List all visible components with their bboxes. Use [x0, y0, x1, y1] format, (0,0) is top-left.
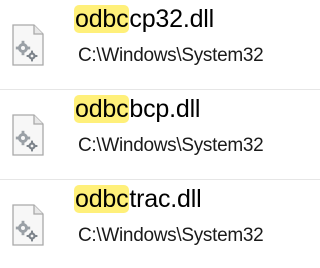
- search-result-item[interactable]: odbcbcp.dll C:\Windows\System32: [0, 90, 320, 178]
- file-path: C:\Windows\System32: [78, 225, 264, 246]
- dll-file-icon: [4, 111, 52, 159]
- search-results-list: odbccp32.dll C:\Windows\System32 odbcbcp…: [0, 0, 320, 268]
- search-result-item[interactable]: odbctrac.dll C:\Windows\System32: [0, 180, 320, 268]
- file-name-rest: trac.dll: [129, 185, 202, 213]
- search-match-highlight: odbc: [74, 5, 130, 33]
- file-path: C:\Windows\System32: [78, 45, 264, 66]
- divider: [0, 179, 320, 180]
- file-name: odbccp32.dll: [74, 2, 214, 36]
- divider: [0, 89, 320, 90]
- search-result-item[interactable]: odbccp32.dll C:\Windows\System32: [0, 0, 320, 88]
- file-name: odbcbcp.dll: [74, 92, 200, 126]
- search-match-highlight: odbc: [74, 95, 130, 123]
- file-path: C:\Windows\System32: [78, 135, 264, 156]
- dll-file-icon: [4, 21, 52, 69]
- file-name-rest: bcp.dll: [129, 95, 201, 123]
- search-match-highlight: odbc: [74, 185, 130, 213]
- dll-file-icon: [4, 201, 52, 249]
- file-name: odbctrac.dll: [74, 182, 202, 216]
- file-name-rest: cp32.dll: [129, 5, 214, 33]
